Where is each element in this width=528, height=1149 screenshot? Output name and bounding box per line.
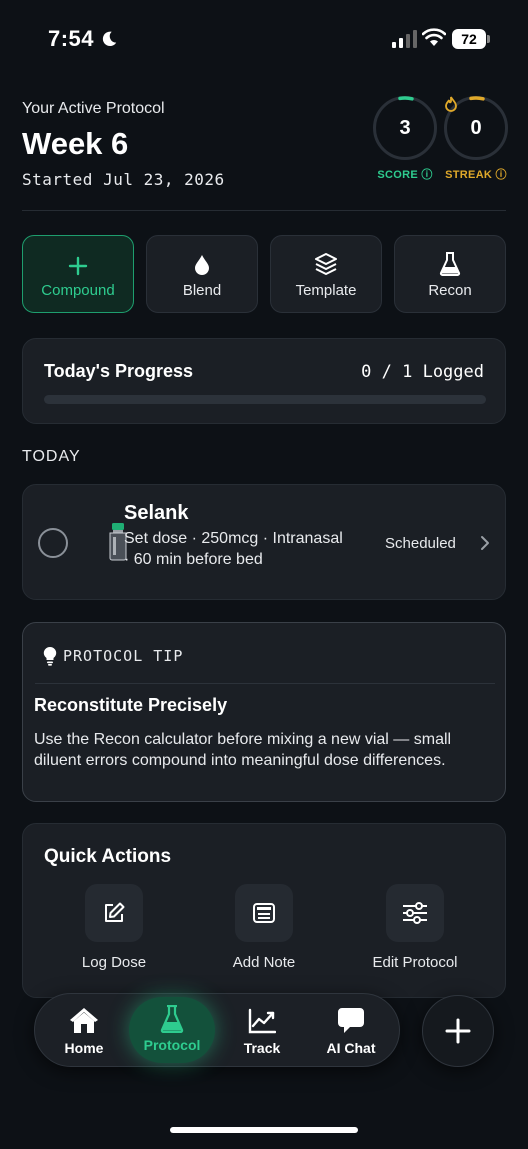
add-note-button[interactable]: Add Note <box>199 884 329 971</box>
note-icon <box>253 903 275 923</box>
wifi-icon <box>422 28 446 46</box>
tab-ai-chat[interactable]: AI Chat <box>307 994 395 1068</box>
recon-button-label: Recon <box>428 282 472 299</box>
blend-button-label: Blend <box>182 282 222 299</box>
home-indicator <box>170 1127 358 1133</box>
add-note-label: Add Note <box>232 954 296 971</box>
lightbulb-icon <box>43 646 57 666</box>
add-fab-button[interactable] <box>422 995 494 1067</box>
status-bar: 7:54 72 <box>0 0 528 80</box>
moon-icon <box>102 31 117 47</box>
protocol-header: Your Active Protocol Week 6 Started Jul … <box>22 96 508 189</box>
log-dose-label: Log Dose <box>81 954 147 971</box>
edit-protocol-label: Edit Protocol <box>372 954 458 971</box>
tab-bar: Home Protocol Track AI Chat <box>34 993 400 1067</box>
protocol-tip-card: PROTOCOL TIP Reconstitute Precisely Use … <box>22 622 506 802</box>
flask-icon <box>160 1005 184 1033</box>
chevron-right-icon <box>481 536 489 550</box>
progress-title: Today's Progress <box>44 361 194 381</box>
dose-card[interactable]: Selank Set dose · 250mcg · Intranasal · … <box>22 484 506 600</box>
score-widget[interactable]: 3 SCORE ⓘ <box>373 96 437 182</box>
flame-icon <box>445 96 457 112</box>
drop-icon <box>195 255 209 275</box>
sliders-icon <box>403 902 427 924</box>
chart-icon <box>248 1008 276 1034</box>
action-buttons: Compound Blend Template Recon <box>22 235 506 315</box>
template-button[interactable]: Template <box>270 235 382 313</box>
log-dose-button[interactable]: Log Dose <box>49 884 179 971</box>
dose-name: Selank <box>124 502 189 524</box>
compound-button-label: Compound <box>41 282 115 299</box>
progress-bar <box>44 395 486 404</box>
tab-home[interactable]: Home <box>40 994 128 1068</box>
blend-button[interactable]: Blend <box>146 235 258 313</box>
battery-indicator: 72 <box>452 29 490 49</box>
quick-actions-title: Quick Actions <box>44 846 172 867</box>
tab-ai-chat-label: AI Chat <box>326 1040 376 1056</box>
streak-label: STREAK ⓘ <box>445 169 507 181</box>
home-icon <box>70 1008 98 1033</box>
recon-button[interactable]: Recon <box>394 235 506 313</box>
score-ring: 3 <box>373 96 437 160</box>
tab-protocol-label: Protocol <box>143 1037 201 1053</box>
score-ring-arc <box>398 96 414 101</box>
dose-status: Scheduled <box>385 535 456 552</box>
tab-track-label: Track <box>243 1040 281 1056</box>
tab-track[interactable]: Track <box>218 994 306 1068</box>
tip-body: Use the Recon calculator before mixing a… <box>34 731 452 769</box>
edit-icon <box>105 902 125 922</box>
flask-icon <box>439 252 461 276</box>
tip-divider <box>35 683 495 684</box>
header-divider <box>22 210 506 211</box>
tip-heading-row: PROTOCOL TIP <box>43 646 183 666</box>
dose-detail: Set dose · 250mcg · Intranasal · 60 min … <box>124 530 343 568</box>
layers-icon <box>315 253 337 275</box>
streak-widget[interactable]: 0 STREAK ⓘ <box>444 96 508 182</box>
edit-protocol-button[interactable]: Edit Protocol <box>350 884 480 971</box>
signal-icon <box>392 30 417 48</box>
plus-icon <box>445 1018 471 1044</box>
dose-checkbox[interactable] <box>38 528 68 558</box>
streak-ring: 0 <box>444 96 508 160</box>
tip-heading: PROTOCOL TIP <box>63 647 184 665</box>
today-heading: TODAY <box>22 448 81 465</box>
tab-protocol[interactable]: Protocol <box>129 997 215 1063</box>
chat-icon <box>338 1008 364 1033</box>
status-time: 7:54 <box>48 26 95 51</box>
progress-card: Today's Progress 0 / 1 Logged <box>22 338 506 424</box>
compound-button[interactable]: Compound <box>22 235 134 313</box>
template-button-label: Template <box>295 282 357 299</box>
score-label: SCORE ⓘ <box>377 169 433 181</box>
tip-title: Reconstitute Precisely <box>34 695 228 715</box>
quick-actions-card: Quick Actions Log Dose Add Note Edit Pro… <box>22 823 506 998</box>
progress-count: 0 / 1 Logged <box>361 362 484 382</box>
plus-icon <box>68 256 88 276</box>
tab-home-label: Home <box>64 1040 104 1056</box>
